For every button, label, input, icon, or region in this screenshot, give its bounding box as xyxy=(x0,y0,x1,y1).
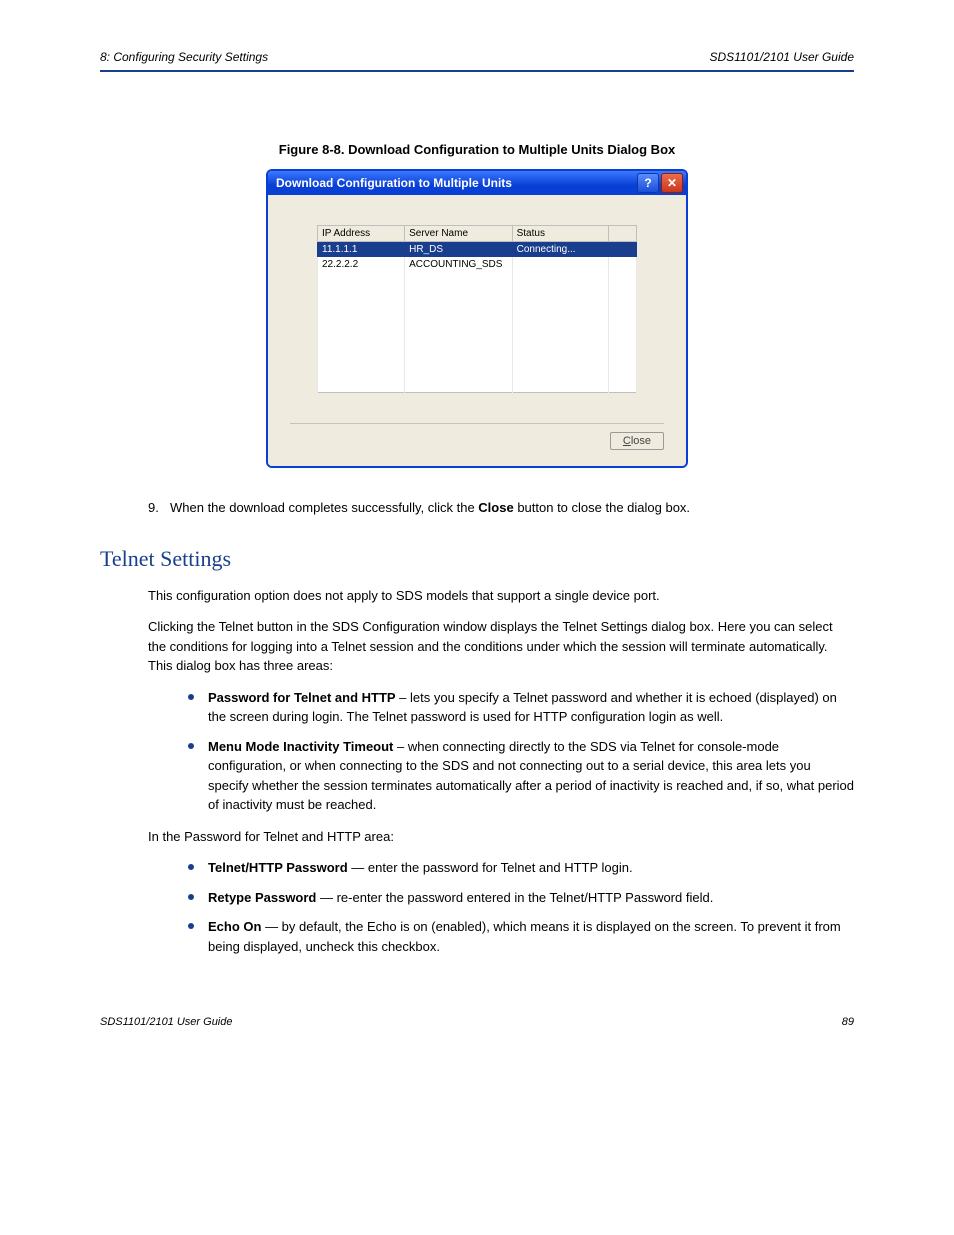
list-item-bold: Retype Password xyxy=(208,890,316,905)
dialog-window: Download Configuration to Multiple Units… xyxy=(266,169,688,468)
table-header-row: IP Address Server Name Status xyxy=(318,226,637,242)
cell-ip: 11.1.1.1 xyxy=(318,242,405,258)
dialog-title: Download Configuration to Multiple Units xyxy=(276,176,637,190)
table-row[interactable] xyxy=(318,317,637,332)
dialog-separator xyxy=(290,423,664,424)
table-row[interactable] xyxy=(318,332,637,347)
cell-server: ACCOUNTING_SDS xyxy=(405,257,513,272)
paragraph: Clicking the Telnet button in the SDS Co… xyxy=(148,617,854,676)
list-item: Telnet/HTTP Password — enter the passwor… xyxy=(148,858,854,878)
table-row[interactable] xyxy=(318,347,637,362)
table-row[interactable] xyxy=(318,272,637,287)
list-item: Password for Telnet and HTTP – lets you … xyxy=(148,688,854,727)
table-row[interactable] xyxy=(318,302,637,317)
col-ip[interactable]: IP Address xyxy=(318,226,405,242)
close-button[interactable]: Close xyxy=(610,432,664,450)
list-item: Menu Mode Inactivity Timeout – when conn… xyxy=(148,737,854,815)
dialog-titlebar[interactable]: Download Configuration to Multiple Units… xyxy=(268,171,686,195)
cell-blank xyxy=(608,242,636,258)
footer-right: 89 xyxy=(842,1016,854,1028)
list-item-text: — enter the password for Telnet and HTTP… xyxy=(348,860,633,875)
col-blank[interactable] xyxy=(608,226,636,242)
cell-ip: 22.2.2.2 xyxy=(318,257,405,272)
step-text: button to close the dialog box. xyxy=(514,500,690,515)
cell-server: HR_DS xyxy=(405,242,513,258)
header-rule xyxy=(100,70,854,72)
paragraph: In the Password for Telnet and HTTP area… xyxy=(148,827,854,847)
close-icon[interactable]: ✕ xyxy=(661,173,683,193)
table-row[interactable] xyxy=(318,362,637,377)
step-text: When the download completes successfully… xyxy=(170,500,478,515)
help-icon[interactable]: ? xyxy=(637,173,659,193)
header-left: 8: Configuring Security Settings xyxy=(100,50,268,64)
figure-caption: Figure 8-8. Download Configuration to Mu… xyxy=(100,142,854,157)
list-item-text: — re-enter the password entered in the T… xyxy=(316,890,713,905)
list-item-bold: Password for Telnet and HTTP xyxy=(208,690,396,705)
table-row[interactable] xyxy=(318,377,637,393)
col-server[interactable]: Server Name xyxy=(405,226,513,242)
cell-status xyxy=(512,257,608,272)
list-item: Retype Password — re-enter the password … xyxy=(148,888,854,908)
footer-left: SDS1101/2101 User Guide xyxy=(100,1016,233,1028)
col-status[interactable]: Status xyxy=(512,226,608,242)
section-heading-telnet: Telnet Settings xyxy=(100,546,854,572)
list-item-bold: Telnet/HTTP Password xyxy=(208,860,348,875)
cell-blank xyxy=(608,257,636,272)
table-row[interactable]: 11.1.1.1 HR_DS Connecting... xyxy=(318,242,637,258)
paragraph: This configuration option does not apply… xyxy=(148,586,854,606)
table-row[interactable] xyxy=(318,287,637,302)
list-item-bold: Echo On xyxy=(208,919,261,934)
step-9: 9. When the download completes successfu… xyxy=(148,498,854,518)
step-number: 9. xyxy=(148,498,170,518)
list-item: Echo On — by default, the Echo is on (en… xyxy=(148,917,854,956)
header-right: SDS1101/2101 User Guide xyxy=(709,50,854,64)
step-bold: Close xyxy=(478,500,513,515)
table-row[interactable]: 22.2.2.2 ACCOUNTING_SDS xyxy=(318,257,637,272)
list-item-bold: Menu Mode Inactivity Timeout xyxy=(208,739,393,754)
cell-status: Connecting... xyxy=(512,242,608,258)
list-item-text: — by default, the Echo is on (enabled), … xyxy=(208,919,841,954)
units-table[interactable]: IP Address Server Name Status 11.1.1.1 H… xyxy=(317,225,637,393)
